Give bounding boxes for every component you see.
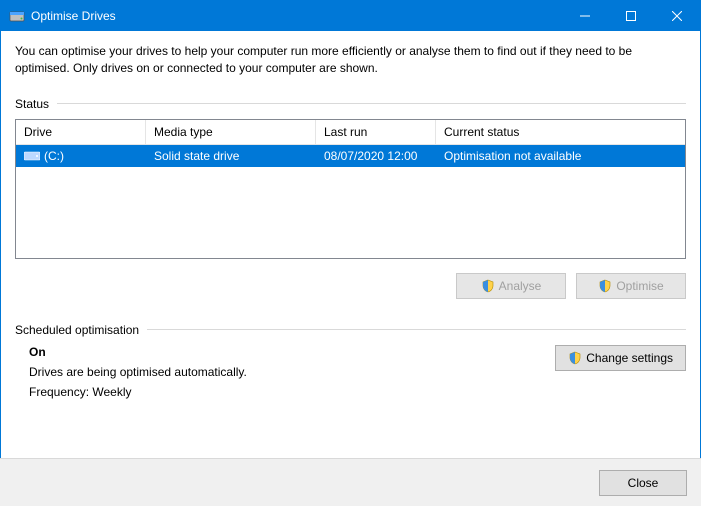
app-icon <box>9 8 25 24</box>
change-settings-button[interactable]: Change settings <box>555 345 686 371</box>
drive-table: Drive Media type Last run Current status… <box>15 119 686 259</box>
footer-bar: Close <box>0 458 701 506</box>
col-header-media[interactable]: Media type <box>146 120 316 144</box>
cell-drive: (C:) <box>16 149 146 163</box>
cell-drive-text: (C:) <box>44 149 64 163</box>
analyse-button[interactable]: Analyse <box>456 273 566 299</box>
scheduled-block: On Drives are being optimised automatica… <box>15 345 686 405</box>
optimise-label: Optimise <box>616 279 663 293</box>
scheduled-desc: Drives are being optimised automatically… <box>29 365 535 379</box>
status-label: Status <box>15 97 49 111</box>
intro-text: You can optimise your drives to help you… <box>15 43 686 77</box>
analyse-label: Analyse <box>499 279 542 293</box>
change-settings-label: Change settings <box>586 351 673 365</box>
window-title: Optimise Drives <box>31 9 116 23</box>
col-header-status[interactable]: Current status <box>436 120 685 144</box>
scheduled-frequency: Frequency: Weekly <box>29 385 535 399</box>
table-header-row: Drive Media type Last run Current status <box>16 120 685 145</box>
cell-media: Solid state drive <box>146 149 316 163</box>
cell-last: 08/07/2020 12:00 <box>316 149 436 163</box>
title-bar: Optimise Drives <box>1 1 700 31</box>
close-window-button[interactable] <box>654 1 700 31</box>
drive-icon <box>24 150 40 162</box>
col-header-drive[interactable]: Drive <box>16 120 146 144</box>
minimize-button[interactable] <box>562 1 608 31</box>
col-header-last[interactable]: Last run <box>316 120 436 144</box>
status-section-header: Status <box>15 97 686 111</box>
optimise-button[interactable]: Optimise <box>576 273 686 299</box>
scheduled-section-header: Scheduled optimisation <box>15 323 686 337</box>
shield-icon <box>568 351 582 365</box>
action-row: Analyse Optimise <box>15 273 686 299</box>
shield-icon <box>598 279 612 293</box>
scheduled-label: Scheduled optimisation <box>15 323 139 337</box>
maximize-button[interactable] <box>608 1 654 31</box>
shield-icon <box>481 279 495 293</box>
close-button[interactable]: Close <box>599 470 687 496</box>
scheduled-status: On <box>29 345 535 359</box>
table-row[interactable]: (C:) Solid state drive 08/07/2020 12:00 … <box>16 145 685 167</box>
cell-status: Optimisation not available <box>436 149 685 163</box>
